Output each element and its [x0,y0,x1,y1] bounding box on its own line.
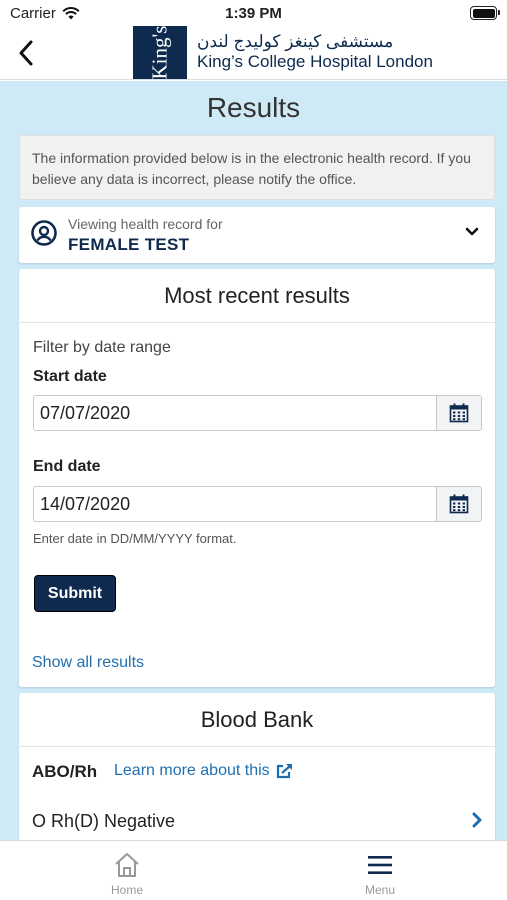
abo-rh-result-row[interactable]: O Rh(D) Negative [32,811,175,832]
tab-menu-label: Menu [364,883,396,897]
user-circle-icon [31,220,57,246]
menu-icon [368,856,392,874]
hospital-name-english: King’s College Hospital London [197,52,433,71]
chevron-right-icon [472,812,482,828]
start-date-calendar-button[interactable] [436,396,481,430]
chevron-down-icon [465,227,479,236]
show-all-results-link[interactable]: Show all results [32,654,144,672]
main-content: Results The information provided below i… [0,81,507,840]
end-date-input[interactable] [34,487,436,521]
record-label: Viewing health record for [68,216,223,232]
date-format-hint: Enter date in DD/MM/YYYY format. [33,531,237,546]
tab-menu[interactable]: Menu [315,841,445,900]
end-date-group [33,486,482,522]
back-button[interactable] [12,38,40,68]
learn-more-link[interactable]: Learn more about this [114,762,294,780]
learn-more-label: Learn more about this [114,762,270,779]
tab-home-label: Home [110,883,143,897]
results-card-title: Most recent results [19,269,495,323]
submit-button[interactable]: Submit [34,575,116,612]
external-link-icon [276,764,292,779]
status-bar: Carrier 1:39 PM [0,0,507,26]
start-date-group [33,395,482,431]
blood-bank-title: Blood Bank [19,693,495,747]
tab-home[interactable]: Home [62,841,192,900]
page-title: Results [206,92,301,123]
hospital-logo-mark: King's [133,26,187,79]
info-notice: The information provided below is in the… [19,135,495,200]
health-record-selector[interactable]: Viewing health record for FEMALE TEST [19,207,495,263]
calendar-icon [449,494,469,514]
blood-bank-card: Blood Bank ABO/Rh Learn more about this … [19,693,495,840]
battery-icon [470,6,500,20]
end-date-label: End date [33,458,101,475]
app-header: King's مستشفى كينغز كوليدج لندن King’s C… [0,26,507,80]
home-icon [115,853,139,877]
start-date-label: Start date [33,368,107,385]
patient-name: FEMALE TEST [68,235,190,254]
clock: 1:39 PM [225,5,282,22]
hospital-name-arabic: مستشفى كينغز كوليدج لندن [197,32,394,51]
filter-label: Filter by date range [33,339,171,356]
end-date-calendar-button[interactable] [436,487,481,521]
recent-results-card: Most recent results Filter by date range… [19,269,495,687]
start-date-input[interactable] [34,396,436,430]
chevron-left-icon [19,40,33,66]
bottom-tab-bar: Home Menu [0,840,507,900]
calendar-icon [449,403,469,423]
abo-rh-label: ABO/Rh [32,762,98,781]
